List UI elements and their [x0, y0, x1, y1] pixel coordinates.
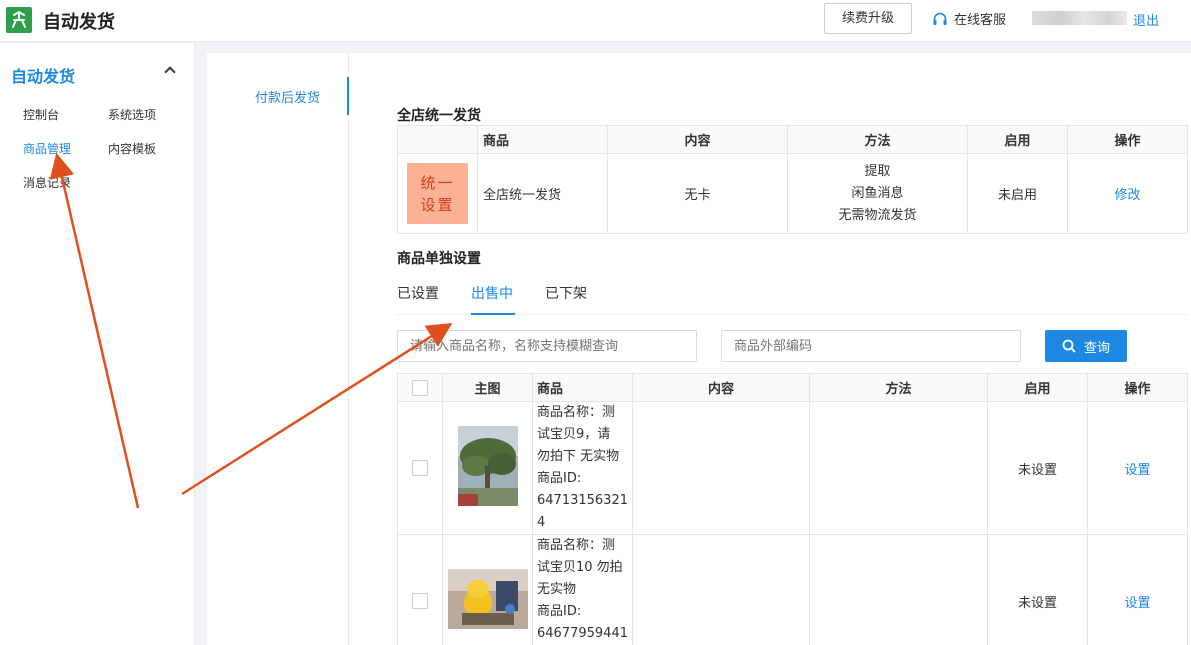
- product-name-line: 无实物: [537, 582, 577, 597]
- product-desc-cell: 商品名称：测 试宝贝10 勿拍 无实物 商品ID: 646779594417: [532, 534, 633, 645]
- product-name-line: 试宝贝10 勿拍: [537, 560, 623, 575]
- product-name-line: 商品名称：测: [537, 405, 616, 420]
- online-service-link[interactable]: 在线客服: [932, 9, 1006, 28]
- method-cell: [809, 401, 988, 535]
- product-name-line: 勿拍下 无实物: [537, 449, 620, 464]
- unified-section-title: 全店统一发货: [397, 108, 481, 124]
- image-cell: [442, 534, 533, 645]
- headset-icon: [933, 12, 947, 25]
- tab-delisted[interactable]: 已下架: [545, 283, 587, 303]
- online-service-label: 在线客服: [954, 13, 1007, 28]
- table-header-row: 商品 内容 方法 启用 操作: [397, 125, 1188, 154]
- status-cell: 未设置: [987, 534, 1088, 645]
- product-name-search-input[interactable]: [397, 330, 697, 362]
- sidebar-item-product-management[interactable]: 商品管理: [23, 140, 71, 157]
- content-cell: [632, 534, 810, 645]
- header-cell-empty: [397, 125, 478, 154]
- header-cell: 操作: [1087, 373, 1188, 402]
- checkbox-cell: [397, 534, 443, 645]
- row-checkbox[interactable]: [412, 460, 428, 476]
- sidebar-item-console[interactable]: 控制台: [23, 106, 59, 123]
- sidebar-item-message-log[interactable]: 消息记录: [23, 174, 71, 191]
- badge-cell: 统一 设置: [397, 153, 478, 234]
- sidebar-item-content-template[interactable]: 内容模板: [108, 140, 156, 157]
- header-cell: 方法: [809, 373, 988, 402]
- method-cell: 提取 闲鱼消息 无需物流发货: [787, 153, 968, 234]
- header-cell: 内容: [632, 373, 810, 402]
- product-name-line: 商品名称：测: [537, 538, 616, 553]
- header-checkbox-cell: [397, 373, 443, 402]
- product-image-toy[interactable]: [447, 569, 528, 629]
- content-cell: 无卡: [607, 153, 788, 234]
- search-button[interactable]: 查询: [1045, 330, 1127, 362]
- badge-line: 设置: [420, 195, 455, 214]
- product-id: 646779594417: [537, 626, 628, 641]
- app-logo: [6, 7, 32, 33]
- product-id-label: 商品ID:: [537, 604, 582, 619]
- search-icon: [1062, 339, 1076, 353]
- main-panel: 付款后发货 全店统一发货 商品 内容 方法 启用 操作 统一 设置 全店统一发货…: [207, 53, 1191, 645]
- method-line: 提取: [864, 163, 891, 179]
- table-row: 统一 设置 全店统一发货 无卡 提取 闲鱼消息 无需物流发货 未启用 修改: [397, 153, 1188, 234]
- tab-bar: 已设置 出售中 已下架: [397, 281, 1187, 315]
- sub-navigation: 付款后发货: [207, 53, 349, 645]
- tab-configured[interactable]: 已设置: [397, 283, 439, 303]
- status-cell: 未设置: [987, 401, 1088, 535]
- header-cell: 商品: [532, 373, 633, 402]
- top-bar: 自动发货 续费升级 在线客服 退出: [0, 0, 1191, 42]
- product-cell: 全店统一发货: [477, 153, 608, 234]
- active-tab-underline: [471, 313, 515, 315]
- subnav-item-after-payment[interactable]: 付款后发货: [255, 87, 320, 106]
- header-cell: 启用: [987, 373, 1088, 402]
- row-checkbox[interactable]: [412, 593, 428, 609]
- logout-link[interactable]: 退出: [1133, 10, 1159, 29]
- method-line: 闲鱼消息: [851, 185, 904, 201]
- renew-upgrade-button[interactable]: 续费升级: [824, 3, 912, 34]
- header-cell: 启用: [967, 125, 1068, 154]
- method-line: 无需物流发货: [838, 207, 917, 223]
- logo-icon: [12, 10, 26, 28]
- badge-line: 统一: [420, 173, 455, 192]
- external-code-input[interactable]: [721, 330, 1021, 362]
- sidebar: 自动发货 控制台 系统选项 商品管理 内容模板 消息记录: [0, 43, 195, 645]
- tab-on-sale[interactable]: 出售中: [471, 283, 513, 303]
- unified-table: 商品 内容 方法 启用 操作 统一 设置 全店统一发货 无卡 提取 闲鱼消息 无…: [397, 125, 1188, 234]
- method-cell: [809, 534, 988, 645]
- search-button-label: 查询: [1083, 340, 1110, 356]
- product-id: 647131563214: [537, 493, 628, 530]
- app-title: 自动发货: [43, 12, 115, 33]
- sidebar-section-title[interactable]: 自动发货: [11, 63, 75, 87]
- checkbox-cell: [397, 401, 443, 535]
- chevron-up-icon[interactable]: [164, 66, 176, 78]
- setting-link[interactable]: 设置: [1087, 534, 1188, 645]
- edit-link[interactable]: 修改: [1067, 153, 1188, 234]
- table-row: 商品名称：测 试宝贝10 勿拍 无实物 商品ID: 646779594417 未…: [397, 534, 1188, 645]
- product-desc-cell: 商品名称：测 试宝贝9，请 勿拍下 无实物 商品ID: 647131563214: [532, 401, 633, 535]
- image-cell: [442, 401, 533, 535]
- sidebar-item-system-options[interactable]: 系统选项: [108, 106, 156, 123]
- single-section-title: 商品单独设置: [397, 251, 481, 267]
- table-header-row: 主图 商品 内容 方法 启用 操作: [397, 373, 1188, 402]
- status-cell: 未启用: [967, 153, 1068, 234]
- product-name-line: 试宝贝9，请: [537, 427, 611, 442]
- subnav-active-indicator: [347, 77, 349, 115]
- header-cell: 方法: [787, 125, 968, 154]
- select-all-checkbox[interactable]: [412, 379, 428, 396]
- product-id-label: 商品ID:: [537, 471, 582, 486]
- header-cell: 主图: [442, 373, 533, 402]
- product-table: 主图 商品 内容 方法 启用 操作 商品名称：测 试宝贝9，请 勿拍下 无实物 …: [397, 373, 1188, 645]
- unified-setting-badge: 统一 设置: [407, 163, 468, 224]
- header-cell: 内容: [607, 125, 788, 154]
- product-image-tree[interactable]: [457, 426, 518, 506]
- header-cell: 操作: [1067, 125, 1188, 154]
- content-cell: [632, 401, 810, 535]
- table-row: 商品名称：测 试宝贝9，请 勿拍下 无实物 商品ID: 647131563214…: [397, 401, 1188, 535]
- user-name-blurred: [1032, 11, 1127, 25]
- setting-link[interactable]: 设置: [1087, 401, 1188, 535]
- header-cell: 商品: [477, 125, 608, 154]
